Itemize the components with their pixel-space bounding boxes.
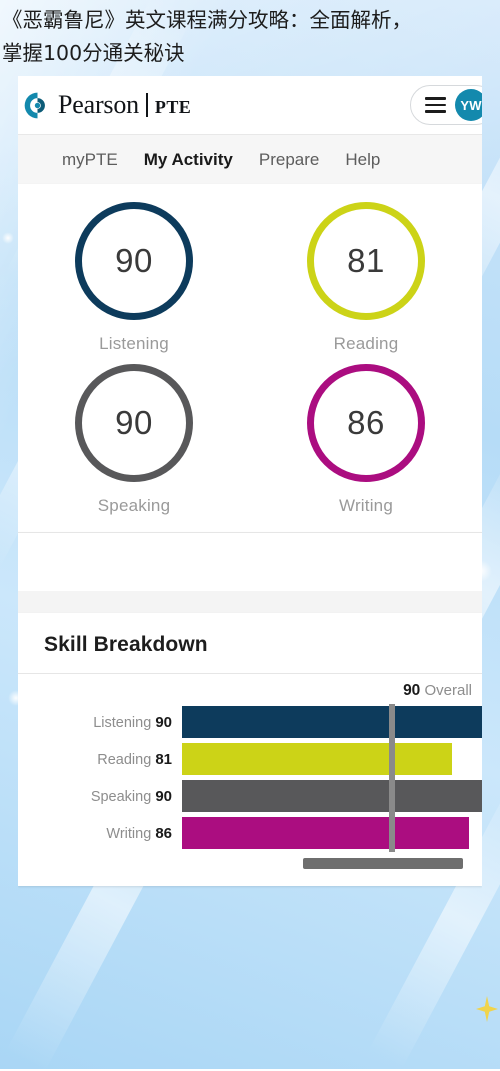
logo-divider xyxy=(145,93,148,117)
main-navigation: myPTE My Activity Prepare Help xyxy=(18,134,482,184)
score-item-listening[interactable]: 90 Listening xyxy=(36,202,232,364)
overall-reference-line xyxy=(389,704,395,852)
bar-name-listening: Listening xyxy=(93,715,152,731)
bar-value-speaking: 90 xyxy=(155,788,172,805)
overall-score-label: Overall xyxy=(424,682,472,699)
nav-item-my-activity[interactable]: My Activity xyxy=(144,150,233,170)
score-item-writing[interactable]: 86 Writing xyxy=(268,364,464,526)
score-ring-reading: 81 xyxy=(307,202,425,320)
score-label-speaking: Speaking xyxy=(97,496,171,515)
bar-writing[interactable] xyxy=(182,817,469,849)
header-controls: YW xyxy=(410,85,482,125)
bar-name-speaking: Speaking xyxy=(90,789,152,805)
bar-row-speaking: Speaking 90 xyxy=(18,778,482,815)
bar-track-writing xyxy=(182,815,482,852)
score-ring-writing: 86 xyxy=(307,364,425,482)
bar-row-writing: Writing 86 xyxy=(18,815,482,852)
pearson-interlocking-circles-icon xyxy=(24,92,45,118)
score-item-speaking[interactable]: 90 Speaking xyxy=(36,364,232,526)
app-header: Pearson PTE YW xyxy=(18,76,482,134)
bar-label-writing: Writing 86 xyxy=(18,825,182,842)
nav-item-help[interactable]: Help xyxy=(345,150,380,170)
headline-line-1: 《恶霸鲁尼》英文课程满分攻略：全面解析， xyxy=(2,8,412,32)
score-value-reading: 81 xyxy=(347,242,385,279)
nav-item-mypte[interactable]: myPTE xyxy=(62,150,118,170)
bar-value-listening: 90 xyxy=(155,714,172,731)
pearson-logo[interactable]: Pearson PTE xyxy=(24,90,191,120)
nav-item-prepare[interactable]: Prepare xyxy=(259,150,319,170)
user-avatar[interactable]: YW xyxy=(455,89,482,121)
bar-reading[interactable] xyxy=(182,743,452,775)
bar-label-speaking: Speaking 90 xyxy=(18,788,182,805)
score-value-writing: 86 xyxy=(347,404,385,441)
logo-text-pearson: Pearson xyxy=(58,90,139,119)
bar-name-reading: Reading xyxy=(97,752,152,768)
skill-breakdown-card: Skill Breakdown 90 Overall Listening 90 xyxy=(18,613,482,886)
score-label-writing: Writing xyxy=(339,496,393,515)
section-gap xyxy=(18,591,482,613)
bar-track-listening xyxy=(182,704,482,741)
hamburger-menu-icon[interactable] xyxy=(425,97,446,113)
bar-row-reading: Reading 81 xyxy=(18,741,482,778)
bar-value-writing: 86 xyxy=(155,825,172,842)
logo-text-pte: PTE xyxy=(154,97,192,117)
bar-name-writing: Writing xyxy=(106,826,152,842)
overall-score-annotation: 90 Overall xyxy=(18,680,482,704)
bar-speaking[interactable] xyxy=(182,780,482,812)
bar-label-listening: Listening 90 xyxy=(18,714,182,731)
score-label-listening: Listening xyxy=(99,334,169,353)
pte-app-screenshot: Pearson PTE YW myPTE My Activity Prepare… xyxy=(18,76,482,998)
score-item-reading[interactable]: 81 Reading xyxy=(268,202,464,364)
skill-breakdown-title: Skill Breakdown xyxy=(44,633,208,656)
score-value-listening: 90 xyxy=(115,242,153,279)
overall-score-value: 90 xyxy=(403,682,421,699)
bar-track-speaking xyxy=(182,778,482,815)
score-ring-grid: 90 Listening 81 Reading 90 Speaking 86 W… xyxy=(18,202,482,526)
bar-row-listening: Listening 90 xyxy=(18,704,482,741)
sparkle-icon xyxy=(476,996,498,1022)
chart-scrollbar-thumb[interactable] xyxy=(303,858,463,869)
bar-label-reading: Reading 81 xyxy=(18,751,182,768)
bar-track-reading xyxy=(182,741,482,778)
score-summary-card: 90 Listening 81 Reading 90 Speaking 86 W… xyxy=(18,184,482,532)
chart-horizontal-scrollbar[interactable] xyxy=(18,852,482,878)
score-label-reading: Reading xyxy=(333,334,399,353)
article-headline: 《恶霸鲁尼》英文课程满分攻略：全面解析， 掌握100分通关秘诀 xyxy=(0,4,500,70)
secondary-panel xyxy=(18,532,482,591)
bar-value-reading: 81 xyxy=(155,751,172,768)
headline-line-2: 掌握100分通关秘诀 xyxy=(2,41,185,65)
score-value-speaking: 90 xyxy=(115,404,153,441)
skill-breakdown-chart-area: 90 Overall Listening 90 Reading 81 Speak… xyxy=(18,673,482,886)
score-ring-speaking: 90 xyxy=(75,364,193,482)
skill-breakdown-bar-chart: Listening 90 Reading 81 Speaking 90 Writ… xyxy=(18,704,482,852)
score-ring-listening: 90 xyxy=(75,202,193,320)
card-bottom-padding xyxy=(18,878,482,886)
bar-listening[interactable] xyxy=(182,706,482,738)
